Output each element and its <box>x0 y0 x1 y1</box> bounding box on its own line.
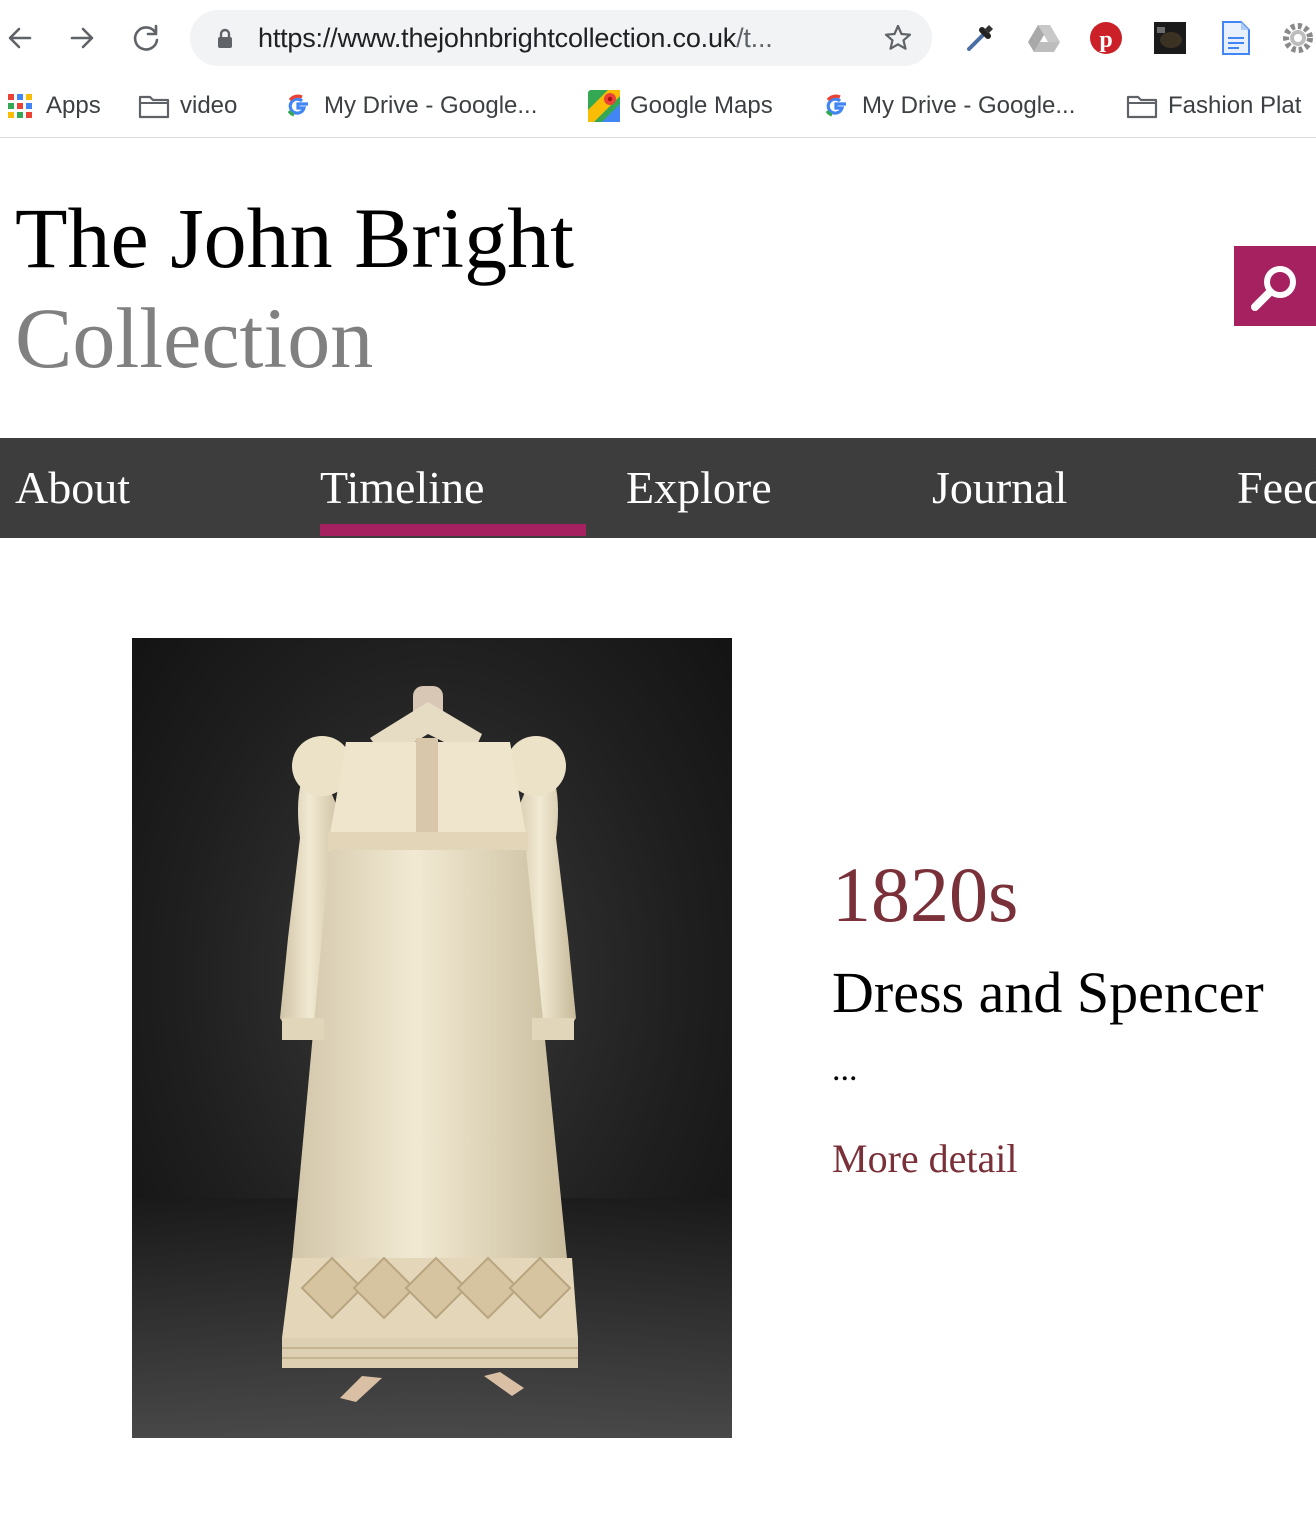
bookmark-fashion-folder[interactable]: Fashion Plat <box>1126 86 1301 126</box>
back-button[interactable] <box>0 18 40 58</box>
reload-icon <box>133 24 159 51</box>
bookmark-video-folder[interactable]: video <box>138 86 237 126</box>
search-button[interactable] <box>1234 246 1316 326</box>
google-g-icon <box>820 90 852 122</box>
eyedropper-icon[interactable] <box>962 20 998 56</box>
item-photo[interactable] <box>132 638 732 1438</box>
bookmark-my-drive-2[interactable]: My Drive - Google... <box>820 86 1075 126</box>
bookmark-label: Google Maps <box>630 92 773 119</box>
search-icon <box>1251 266 1296 311</box>
nav-journal[interactable]: Journal <box>932 460 1067 516</box>
bookmark-star-icon[interactable] <box>882 22 914 54</box>
reload-button[interactable] <box>126 18 166 58</box>
bookmark-label: My Drive - Google... <box>324 92 538 119</box>
bookmark-label: Apps <box>46 92 101 119</box>
pinterest-icon[interactable]: p <box>1088 20 1124 56</box>
url-path: /t... <box>736 23 773 53</box>
lock-icon <box>218 28 232 48</box>
svg-text:p: p <box>1099 27 1112 53</box>
docs-icon[interactable] <box>1218 20 1254 56</box>
main-nav: About Timeline Explore Journal Feed <box>0 438 1316 538</box>
folder-icon <box>138 90 170 122</box>
nav-about[interactable]: About <box>15 460 130 516</box>
item-summary: ... <box>832 1051 858 1088</box>
back-arrow-icon <box>8 27 32 49</box>
item-title: Dress and Spencer <box>832 960 1264 1025</box>
forward-arrow-icon <box>70 27 94 49</box>
nav-timeline[interactable]: Timeline <box>320 460 484 516</box>
google-g-icon <box>282 90 314 122</box>
bookmark-label: Fashion Plat <box>1168 92 1302 119</box>
bookmark-google-maps[interactable]: Google Maps <box>588 86 773 126</box>
settings-gear-icon[interactable] <box>1280 20 1316 56</box>
bookmark-apps[interactable]: Apps <box>4 86 101 126</box>
photo-extension-icon[interactable] <box>1152 20 1188 56</box>
nav-explore[interactable]: Explore <box>626 460 772 516</box>
site-title-line1[interactable]: The John Bright <box>15 190 574 286</box>
bookmark-label: video <box>180 92 238 119</box>
bookmark-my-drive-1[interactable]: My Drive - Google... <box>282 86 537 126</box>
bookmarks-bar: Apps video My Drive - Google... Google M… <box>0 76 1316 138</box>
nav-feed[interactable]: Feed <box>1237 460 1316 516</box>
forward-button[interactable] <box>62 18 102 58</box>
browser-toolbar: https://www.thejohnbrightcollection.co.u… <box>0 0 1316 76</box>
url-main: https://www.thejohnbrightcollection.co.u… <box>258 23 737 53</box>
address-bar[interactable]: https://www.thejohnbrightcollection.co.u… <box>190 10 932 66</box>
bookmark-label: My Drive - Google... <box>862 92 1076 119</box>
folder-icon <box>1126 90 1158 122</box>
google-drive-icon[interactable] <box>1026 20 1062 56</box>
apps-grid-icon <box>4 90 36 122</box>
item-decade: 1820s <box>832 851 1019 938</box>
more-detail-link[interactable]: More detail <box>832 1134 1018 1184</box>
active-nav-indicator <box>320 524 586 536</box>
address-url: https://www.thejohnbrightcollection.co.u… <box>258 23 773 54</box>
google-maps-icon <box>588 90 620 122</box>
site-title-line2[interactable]: Collection <box>15 290 373 386</box>
